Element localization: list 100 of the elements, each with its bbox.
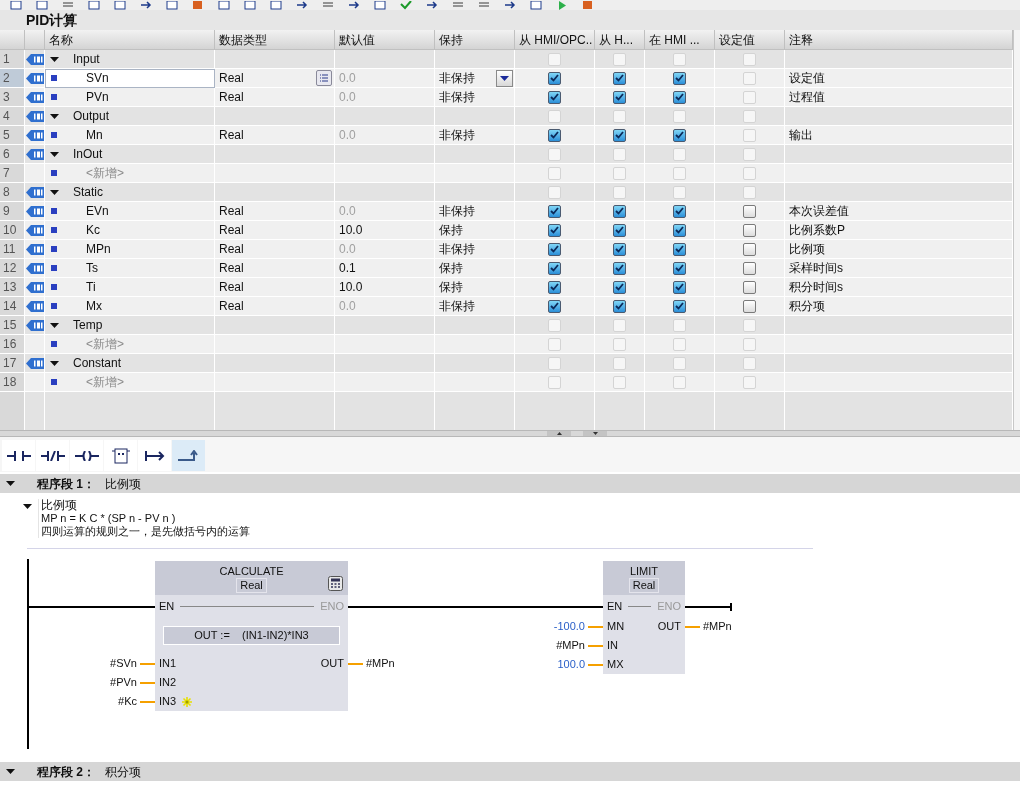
checkbox[interactable] [743,299,756,313]
checkbox[interactable] [673,204,686,218]
checkbox[interactable] [613,204,626,218]
table-cell[interactable]: PVn [45,88,215,107]
square-icon[interactable] [192,1,204,10]
checkbox[interactable] [743,280,756,294]
scrollbar[interactable] [1013,30,1020,430]
checkbox[interactable] [548,128,561,142]
function-block[interactable] [603,595,685,674]
column-header[interactable]: 从 H... [595,30,645,50]
browse-list-button[interactable] [316,70,332,86]
arrow-icon[interactable] [426,1,438,10]
empty-box-icon [111,447,130,464]
arrow-icon[interactable] [296,1,308,10]
checkbox[interactable] [548,299,561,313]
collapse-up-button[interactable] [547,431,571,436]
ladder-tool-button[interactable] [138,440,171,471]
lines-icon[interactable] [478,1,490,10]
calculator-icon[interactable] [328,576,343,591]
network-header[interactable]: 程序段 1： 比例项 [0,474,1020,493]
checkbox[interactable] [673,128,686,142]
ladder-tool-button[interactable] [2,440,35,471]
table-cell[interactable]: Static [45,183,215,202]
checkbox[interactable] [548,71,561,85]
network-header[interactable]: 程序段 2： 积分项 [0,762,1020,781]
type-selector[interactable]: Real [236,578,267,593]
checkbox[interactable] [548,280,561,294]
checkbox[interactable] [613,261,626,275]
data-type: Real [219,89,244,106]
checkbox[interactable] [673,71,686,85]
ladder-tool-button[interactable] [36,440,69,471]
column-header[interactable]: 从 HMI/OPC.. [515,30,595,50]
column-header[interactable]: 默认值 [335,30,435,50]
column-header[interactable]: 保持 [435,30,515,50]
expand-icon[interactable] [50,358,59,368]
checkbox[interactable] [548,223,561,237]
checkbox[interactable] [743,261,756,275]
expand-icon[interactable] [50,149,59,159]
checkbox[interactable] [613,90,626,104]
checkbox[interactable] [613,280,626,294]
table-cell[interactable]: Mn [45,126,215,145]
table-cell[interactable]: Temp [45,316,215,335]
table-cell[interactable]: SVn [45,69,215,88]
checkbox[interactable] [613,242,626,256]
column-header[interactable]: 名称 [45,30,215,50]
section-name: InOut [73,146,103,163]
checkbox[interactable] [743,204,756,218]
checkbox[interactable] [613,128,626,142]
check-icon[interactable] [400,1,412,10]
dropdown-button[interactable] [496,69,513,87]
column-header[interactable]: 注释 [785,30,1013,50]
checkbox[interactable] [673,90,686,104]
checkbox[interactable] [673,223,686,237]
checkbox[interactable] [673,280,686,294]
column-header[interactable]: 在 HMI ... [645,30,715,50]
checkbox[interactable] [613,71,626,85]
expand-icon[interactable] [50,54,59,64]
checkbox[interactable] [548,242,561,256]
checkbox[interactable] [673,261,686,275]
arrow-icon[interactable] [348,1,360,10]
type-selector[interactable]: Real [628,578,660,593]
column-header[interactable]: 数据类型 [215,30,335,50]
checkbox[interactable] [673,299,686,313]
lines-icon[interactable] [62,1,74,10]
expand-icon[interactable] [50,187,59,197]
expand-icon[interactable] [50,111,59,121]
table-cell[interactable]: Ts [45,259,215,278]
table-cell[interactable]: Ti [45,278,215,297]
table-cell[interactable]: MPn [45,240,215,259]
column-header[interactable]: 设定值 [715,30,785,50]
checkbox[interactable] [613,223,626,237]
lines-icon[interactable] [322,1,334,10]
checkbox[interactable] [548,261,561,275]
arrow-icon[interactable] [140,1,152,10]
formula-field[interactable]: OUT := (IN1-IN2)*IN3 [163,626,340,645]
expand-icon[interactable] [6,479,15,488]
expand-icon[interactable] [23,502,32,511]
expand-icon[interactable] [6,767,15,776]
table-cell[interactable]: Output [45,107,215,126]
add-input-icon[interactable] [182,696,193,707]
table-cell[interactable]: EVn [45,202,215,221]
expand-icon[interactable] [50,320,59,330]
checkbox[interactable] [613,299,626,313]
table-cell[interactable]: Input [45,50,215,69]
checkbox[interactable] [548,204,561,218]
lines-icon[interactable] [452,1,464,10]
table-cell[interactable]: Mx [45,297,215,316]
table-cell[interactable]: InOut [45,145,215,164]
table-cell[interactable]: Kc [45,221,215,240]
checkbox[interactable] [673,242,686,256]
collapse-down-button[interactable] [583,431,607,436]
retain-value: 非保持 [439,127,475,144]
table-cell[interactable]: Constant [45,354,215,373]
square-icon[interactable] [582,1,594,10]
ladder-tool-button[interactable] [70,440,103,471]
arrow-icon[interactable] [504,1,516,10]
checkbox[interactable] [743,242,756,256]
default-value: 0.0 [339,298,356,315]
checkbox[interactable] [548,90,561,104]
checkbox[interactable] [743,223,756,237]
